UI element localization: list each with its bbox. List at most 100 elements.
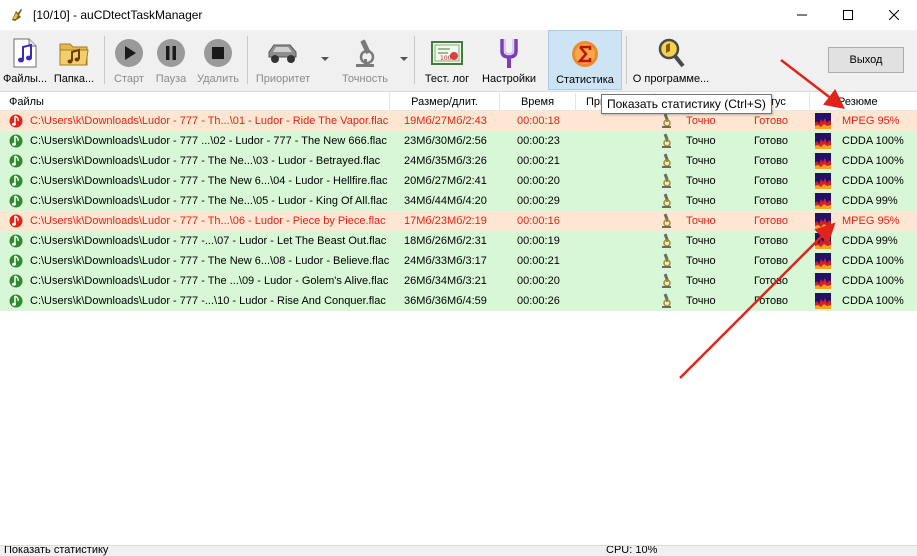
toolbar: Файлы... Папка... Старт Пауза Удалить Пр… — [0, 30, 917, 92]
test-log-button[interactable]: 100 Тест. лог — [420, 30, 474, 90]
table-row[interactable]: C:\Users\k\Downloads\Ludor - 777 - Th...… — [0, 211, 917, 231]
accuracy-value: Точно — [686, 135, 716, 147]
cpu-usage: CPU: 10% — [606, 545, 658, 556]
priority-button[interactable]: Приоритет — [252, 30, 314, 90]
elapsed-time: 00:00:16 — [517, 215, 560, 227]
music-note-icon — [9, 113, 23, 129]
file-list: C:\Users\k\Downloads\Ludor - 777 - Th...… — [0, 111, 917, 311]
table-header: Файлы Размер/длит. Время При атус Резюме — [0, 93, 917, 111]
file-path: C:\Users\k\Downloads\Ludor - 777 - Th...… — [30, 215, 386, 227]
column-header-files[interactable]: Файлы — [0, 93, 390, 111]
close-button[interactable] — [871, 0, 917, 30]
title-bar: [10/10] - auCDtectTaskManager — [0, 0, 917, 30]
spectrum-icon — [815, 133, 831, 149]
stop-icon — [201, 36, 235, 70]
sigma-icon — [568, 37, 602, 71]
magnifier-icon — [654, 36, 688, 70]
delete-button[interactable]: Удалить — [193, 30, 243, 90]
play-icon — [112, 36, 146, 70]
spectrum-icon — [815, 113, 831, 129]
table-row[interactable]: C:\Users\k\Downloads\Ludor - 777 - The .… — [0, 271, 917, 291]
table-row[interactable]: C:\Users\k\Downloads\Ludor - 777 - The N… — [0, 251, 917, 271]
microscope-icon — [660, 273, 672, 289]
statistics-button[interactable]: Статистика — [548, 30, 622, 90]
elapsed-time: 00:00:23 — [517, 135, 560, 147]
microscope-icon — [660, 133, 672, 149]
file-size: 17Мб/23Мб/2:19 — [404, 215, 487, 227]
maximize-button[interactable] — [825, 0, 871, 30]
about-button[interactable]: О программе... — [630, 30, 712, 90]
status-value: Готово — [754, 235, 788, 247]
microscope-icon — [660, 173, 672, 189]
accuracy-value: Точно — [686, 295, 716, 307]
music-note-icon — [9, 193, 23, 209]
file-path: C:\Users\k\Downloads\Ludor - 777 -...\10… — [30, 295, 386, 307]
spectrum-icon — [815, 153, 831, 169]
resume-value: MPEG 95% — [842, 215, 900, 227]
table-row[interactable]: C:\Users\k\Downloads\Ludor - 777 -...\07… — [0, 231, 917, 251]
accuracy-value: Точно — [686, 115, 716, 127]
status-value: Готово — [754, 155, 788, 167]
status-text: Показать статистику — [4, 545, 109, 556]
file-path: C:\Users\k\Downloads\Ludor - 777 - The N… — [30, 155, 381, 167]
microscope-icon — [660, 293, 672, 309]
minimize-icon — [797, 14, 807, 16]
pause-button[interactable]: Пауза — [150, 30, 192, 90]
microscope-icon — [660, 213, 672, 229]
microscope-icon — [660, 153, 672, 169]
accuracy-value: Точно — [686, 195, 716, 207]
elapsed-time: 00:00:19 — [517, 235, 560, 247]
close-icon — [889, 10, 899, 20]
file-size: 24Мб/35Мб/3:26 — [404, 155, 487, 167]
column-header-time[interactable]: Время — [500, 93, 576, 111]
file-path: C:\Users\k\Downloads\Ludor - 777 -...\07… — [30, 235, 387, 247]
file-path: C:\Users\k\Downloads\Ludor - 777 - The N… — [30, 195, 388, 207]
accuracy-dropdown-arrow-icon[interactable] — [400, 57, 408, 61]
table-row[interactable]: C:\Users\k\Downloads\Ludor - 777 -...\10… — [0, 291, 917, 311]
tuning-fork-icon — [492, 36, 526, 70]
priority-dropdown-arrow-icon[interactable] — [321, 57, 329, 61]
music-note-icon — [9, 253, 23, 269]
file-size: 24Мб/33Мб/3:17 — [404, 255, 487, 267]
spectrum-icon — [815, 293, 831, 309]
resume-value: CDDA 99% — [842, 195, 898, 207]
table-row[interactable]: C:\Users\k\Downloads\Ludor - 777 - The N… — [0, 191, 917, 211]
exit-button[interactable]: Выход — [828, 47, 904, 73]
start-button[interactable]: Старт — [108, 30, 150, 90]
resume-value: CDDA 100% — [842, 135, 904, 147]
minimize-button[interactable] — [779, 0, 825, 30]
microscope-icon — [660, 253, 672, 269]
pause-icon — [154, 36, 188, 70]
resume-value: CDDA 100% — [842, 275, 904, 287]
table-row[interactable]: C:\Users\k\Downloads\Ludor - 777 - The N… — [0, 151, 917, 171]
window-title: [10/10] - auCDtectTaskManager — [33, 8, 203, 22]
status-value: Готово — [754, 195, 788, 207]
music-note-icon — [9, 293, 23, 309]
column-header-resume[interactable]: Резюме — [810, 93, 917, 111]
settings-button[interactable]: Настройки — [478, 30, 540, 90]
accuracy-button[interactable]: Точность — [336, 30, 394, 90]
resume-value: CDDA 100% — [842, 175, 904, 187]
microscope-icon — [660, 233, 672, 249]
resume-value: CDDA 99% — [842, 235, 898, 247]
statistics-tooltip: Показать статистику (Ctrl+S) — [601, 94, 772, 114]
music-folder-icon — [57, 36, 91, 70]
microscope-icon — [348, 36, 382, 70]
music-note-icon — [9, 133, 23, 149]
folder-button[interactable]: Папка... — [50, 30, 98, 90]
files-button[interactable]: Файлы... — [3, 30, 47, 90]
column-header-size[interactable]: Размер/длит. — [390, 93, 500, 111]
elapsed-time: 00:00:21 — [517, 255, 560, 267]
table-row[interactable]: C:\Users\k\Downloads\Ludor - 777 ...\02 … — [0, 131, 917, 151]
accuracy-value: Точно — [686, 235, 716, 247]
elapsed-time: 00:00:21 — [517, 155, 560, 167]
accuracy-value: Точно — [686, 175, 716, 187]
status-value: Готово — [754, 115, 788, 127]
music-note-icon — [9, 173, 23, 189]
table-row[interactable]: C:\Users\k\Downloads\Ludor - 777 - Th...… — [0, 111, 917, 131]
microscope-icon — [660, 193, 672, 209]
accuracy-value: Точно — [686, 275, 716, 287]
table-row[interactable]: C:\Users\k\Downloads\Ludor - 777 - The N… — [0, 171, 917, 191]
music-file-icon — [8, 36, 42, 70]
elapsed-time: 00:00:26 — [517, 295, 560, 307]
